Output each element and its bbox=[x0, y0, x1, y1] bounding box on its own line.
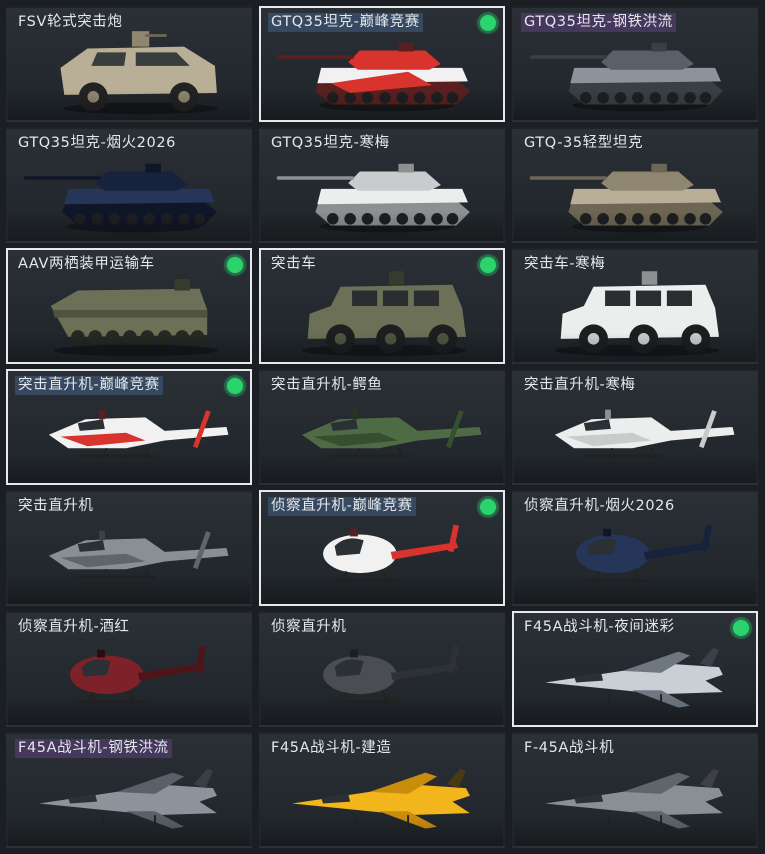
vehicle-skin-name: 突击直升机-寒梅 bbox=[524, 377, 636, 393]
vehicle-skin-card[interactable]: GTQ35坦克-钢铁洪流 bbox=[512, 6, 758, 122]
vehicle-skin-name: F-45A战斗机 bbox=[524, 740, 615, 756]
vehicle-skin-name: FSV轮式突击炮 bbox=[18, 14, 123, 30]
equipped-status-icon bbox=[480, 15, 496, 31]
vehicle-skin-name: 突击车 bbox=[271, 256, 317, 272]
vehicle-skin-card[interactable]: 突击直升机 bbox=[6, 490, 252, 606]
vehicle-skin-name: 突击直升机-鳄鱼 bbox=[271, 377, 383, 393]
vehicle-skin-card[interactable]: F45A战斗机-钢铁洪流 bbox=[6, 732, 252, 848]
equipped-status-icon bbox=[227, 378, 243, 394]
vehicle-skin-name: 侦察直升机-酒红 bbox=[18, 619, 130, 635]
vehicle-skin-name: 突击直升机-巅峰竞赛 bbox=[15, 376, 163, 395]
vehicle-skin-card[interactable]: 突击直升机-鳄鱼 bbox=[259, 369, 505, 485]
vehicle-skin-card[interactable]: 突击车-寒梅 bbox=[512, 248, 758, 364]
vehicle-skin-card[interactable]: F45A战斗机-夜间迷彩 bbox=[512, 611, 758, 727]
vehicle-skin-card[interactable]: FSV轮式突击炮 bbox=[6, 6, 252, 122]
vehicle-skin-card[interactable]: GTQ35坦克-巅峰竞赛 bbox=[259, 6, 505, 122]
vehicle-skin-card[interactable]: F45A战斗机-建造 bbox=[259, 732, 505, 848]
vehicle-skin-name: 侦察直升机-烟火2026 bbox=[524, 498, 675, 514]
vehicle-skin-name: F45A战斗机-钢铁洪流 bbox=[15, 739, 172, 758]
vehicle-skin-card[interactable]: 侦察直升机-酒红 bbox=[6, 611, 252, 727]
vehicle-skin-name: GTQ35坦克-巅峰竞赛 bbox=[268, 13, 423, 32]
vehicle-skin-card[interactable]: F-45A战斗机 bbox=[512, 732, 758, 848]
vehicle-skin-card[interactable]: 侦察直升机-烟火2026 bbox=[512, 490, 758, 606]
vehicle-skin-name: 突击车-寒梅 bbox=[524, 256, 606, 272]
vehicle-skin-name: F45A战斗机-建造 bbox=[271, 740, 392, 756]
vehicle-skin-card[interactable]: 侦察直升机 bbox=[259, 611, 505, 727]
vehicle-skin-card[interactable]: GTQ-35轻型坦克 bbox=[512, 127, 758, 243]
vehicle-skin-card[interactable]: 突击直升机-巅峰竞赛 bbox=[6, 369, 252, 485]
vehicle-skin-grid: FSV轮式突击炮 GTQ35坦克-巅峰竞赛 GTQ35坦克-钢铁洪流 GTQ35… bbox=[6, 6, 759, 848]
equipped-status-icon bbox=[227, 257, 243, 273]
vehicle-skin-name: 侦察直升机 bbox=[271, 619, 347, 635]
vehicle-skin-name: AAV两栖装甲运输车 bbox=[18, 256, 155, 272]
vehicle-skin-name: GTQ35坦克-寒梅 bbox=[271, 135, 390, 151]
vehicle-skin-name: 侦察直升机-巅峰竞赛 bbox=[268, 497, 416, 516]
equipped-status-icon bbox=[480, 499, 496, 515]
vehicle-skin-card[interactable]: AAV两栖装甲运输车 bbox=[6, 248, 252, 364]
vehicle-skin-name: GTQ-35轻型坦克 bbox=[524, 135, 644, 151]
vehicle-skin-name: GTQ35坦克-钢铁洪流 bbox=[521, 13, 676, 32]
vehicle-skin-card[interactable]: 侦察直升机-巅峰竞赛 bbox=[259, 490, 505, 606]
vehicle-skin-card[interactable]: 突击车 bbox=[259, 248, 505, 364]
vehicle-skin-name: F45A战斗机-夜间迷彩 bbox=[524, 619, 675, 635]
equipped-status-icon bbox=[733, 620, 749, 636]
vehicle-skin-card[interactable]: GTQ35坦克-寒梅 bbox=[259, 127, 505, 243]
vehicle-skin-card[interactable]: GTQ35坦克-烟火2026 bbox=[6, 127, 252, 243]
equipped-status-icon bbox=[480, 257, 496, 273]
vehicle-skin-name: 突击直升机 bbox=[18, 498, 94, 514]
vehicle-skin-card[interactable]: 突击直升机-寒梅 bbox=[512, 369, 758, 485]
vehicle-skin-name: GTQ35坦克-烟火2026 bbox=[18, 135, 176, 151]
